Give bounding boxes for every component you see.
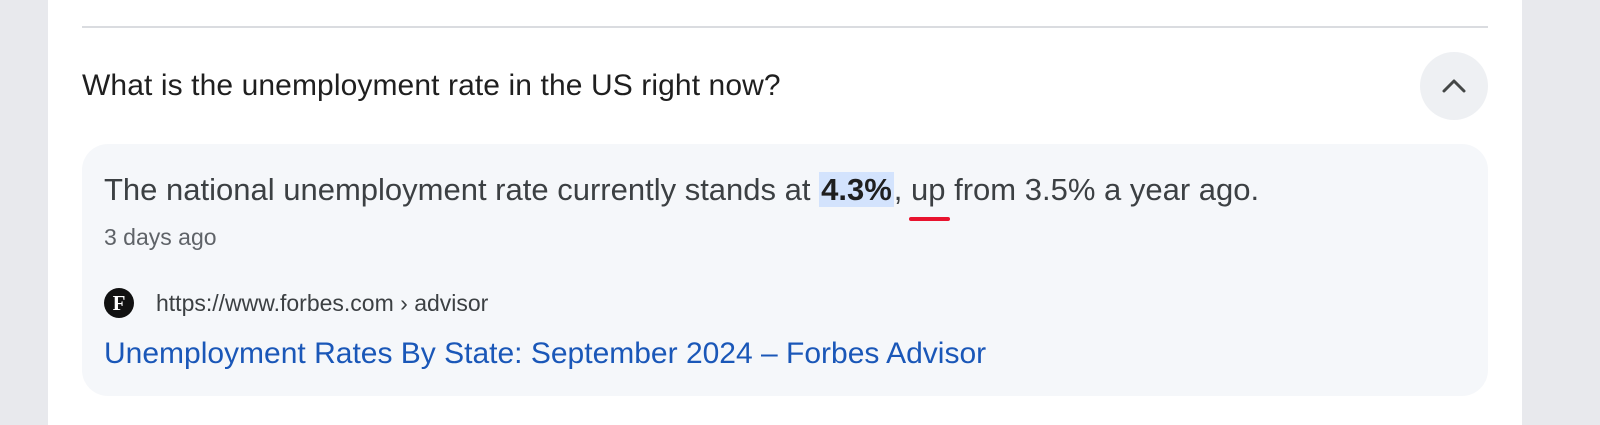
answer-text-end: from 3.5% a year ago. (945, 172, 1260, 207)
answer-card: The national unemployment rate currently… (82, 144, 1488, 396)
right-gutter (1522, 0, 1600, 425)
faq-question[interactable]: What is the unemployment rate in the US … (82, 62, 1382, 110)
faq-panel: What is the unemployment rate in the US … (48, 0, 1522, 425)
answer-text-start: The national unemployment rate currently… (104, 172, 820, 207)
answer-highlight: 4.3% (819, 172, 894, 207)
result-link[interactable]: Unemployment Rates By State: September 2… (104, 332, 986, 376)
source-row[interactable]: F https://www.forbes.com › advisor (104, 286, 488, 320)
answer-timestamp: 3 days ago (104, 224, 217, 250)
answer-text: The national unemployment rate currently… (104, 166, 1260, 221)
chevron-up-icon (1441, 78, 1467, 94)
page: What is the unemployment rate in the US … (0, 0, 1600, 425)
underlined-word-text: up (911, 172, 946, 207)
collapse-button[interactable] (1420, 52, 1488, 120)
section-divider (82, 26, 1488, 28)
answer-text-comma: , (893, 172, 912, 207)
source-url: https://www.forbes.com › advisor (156, 289, 489, 316)
underlined-word: up (909, 166, 950, 221)
forbes-favicon-icon: F (104, 288, 134, 318)
spell-underline (909, 217, 950, 221)
left-gutter (0, 0, 48, 425)
